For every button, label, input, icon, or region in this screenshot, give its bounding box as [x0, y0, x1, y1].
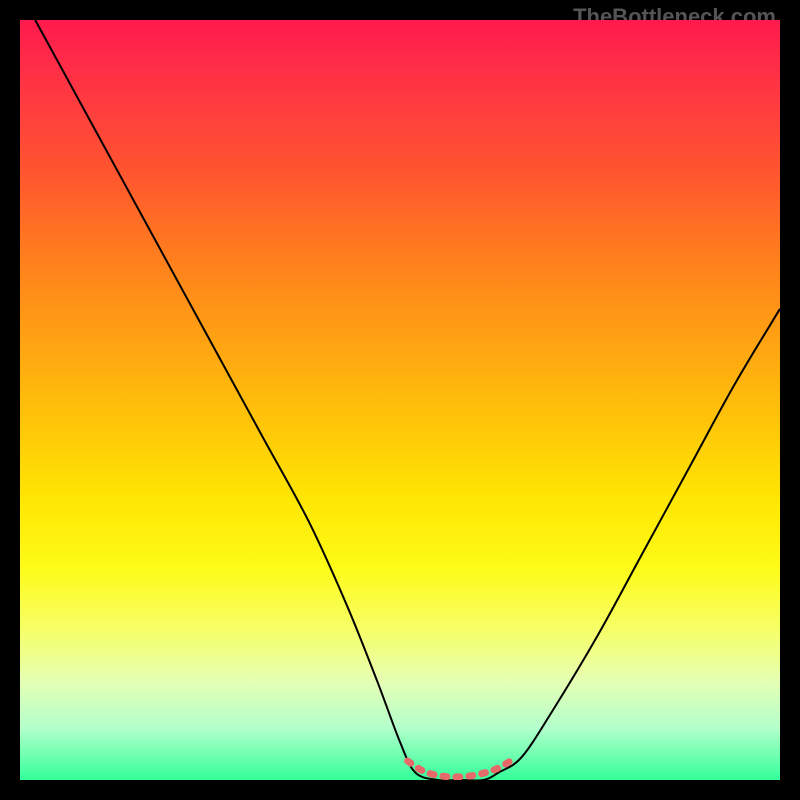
optimal-zone-marker [408, 759, 514, 777]
curve-layer [20, 20, 780, 780]
chart-frame: TheBottleneck.com [0, 0, 800, 800]
bottleneck-curve [35, 20, 780, 780]
